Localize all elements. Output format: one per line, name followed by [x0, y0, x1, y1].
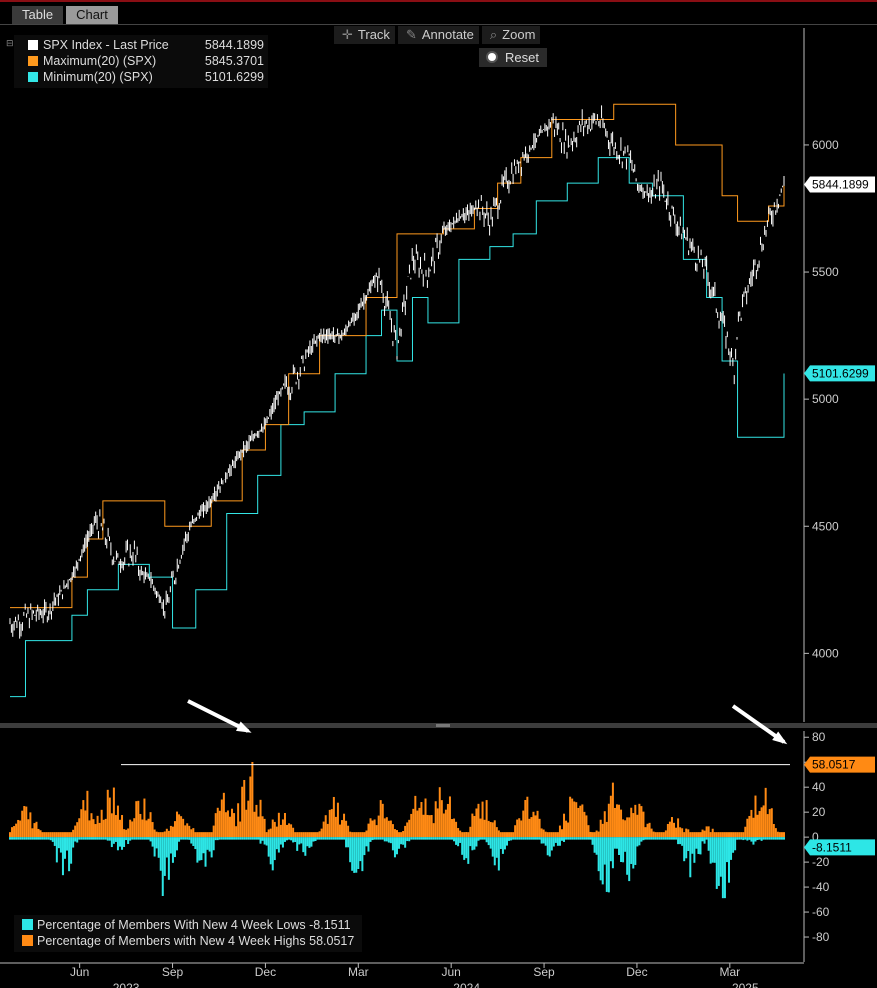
legend-value: 5845.3701	[204, 54, 264, 68]
price-value-tag-text: 5844.1899	[812, 178, 869, 192]
y-tick-label: -60	[812, 905, 830, 919]
legend-item: Percentage of Members With New 4 Week Lo…	[22, 917, 354, 933]
y-tick-label: 5500	[812, 265, 839, 279]
legend-value: 5101.6299	[204, 70, 264, 84]
panel-divider-handle	[436, 724, 450, 727]
legend-item: Maximum(20) (SPX) 5845.3701	[18, 53, 264, 69]
x-tick-label: Mar	[348, 965, 369, 979]
price-panel	[9, 103, 785, 698]
legend-swatch	[22, 919, 33, 930]
legend-swatch	[22, 935, 33, 946]
year-label: 2024	[453, 981, 480, 988]
x-tick-label: Mar	[719, 965, 740, 979]
year-label: 2025	[732, 981, 759, 988]
legend-label: Minimum(20) (SPX)	[43, 70, 153, 84]
y-tick-label: 20	[812, 805, 826, 819]
min-value-tag: 5101.6299	[804, 365, 875, 382]
x-tick-label: Dec	[255, 965, 276, 979]
y-tick-label: 5000	[812, 392, 839, 406]
y-tick-label: -20	[812, 855, 830, 869]
highs-value-tag-text: 58.0517	[812, 758, 856, 772]
highs-value-tag: 58.0517	[804, 756, 875, 773]
y-tick-label: 80	[812, 730, 826, 744]
legend-item: SPX Index - Last Price 5844.1899	[18, 37, 264, 53]
legend-item: Minimum(20) (SPX) 5101.6299	[18, 69, 264, 85]
price-value-tag: 5844.1899	[804, 176, 875, 193]
collapse-legend-icon[interactable]: ⊟	[6, 38, 14, 49]
min-value-tag-text: 5101.6299	[812, 366, 869, 380]
legend-value: -8.1511	[309, 918, 351, 932]
breadth-panel	[9, 761, 790, 899]
legend-label: Maximum(20) (SPX)	[43, 54, 157, 68]
breadth-legend: Percentage of Members With New 4 Week Lo…	[14, 915, 363, 952]
x-tick-label: Dec	[626, 965, 647, 979]
axes: 40004500500055006000806040200-20-40-60-8…	[0, 28, 877, 988]
lows-value-tag-text: -8.1511	[812, 840, 852, 854]
legend-label: Percentage of Members With New 4 Week Lo…	[37, 918, 306, 932]
legend-item: Percentage of Members with New 4 Week Hi…	[22, 933, 354, 949]
legend-swatch	[28, 56, 38, 66]
legend-swatch	[28, 72, 38, 82]
x-tick-label: Jun	[442, 965, 461, 979]
lows-value-tag: -8.1511	[804, 839, 875, 856]
x-tick-label: Sep	[162, 965, 184, 979]
price-legend: SPX Index - Last Price 5844.1899 Maximum(…	[14, 35, 268, 88]
legend-label: Percentage of Members with New 4 Week Hi…	[37, 934, 306, 948]
y-tick-label: 6000	[812, 138, 839, 152]
year-label: 2023	[113, 981, 140, 988]
legend-value: 5844.1899	[204, 38, 264, 52]
chart-canvas[interactable]: 40004500500055006000806040200-20-40-60-8…	[0, 0, 877, 988]
arrow-icon	[187, 699, 252, 733]
x-tick-label: Jun	[70, 965, 89, 979]
legend-swatch	[28, 40, 38, 50]
y-tick-label: -80	[812, 930, 830, 944]
x-tick-label: Sep	[533, 965, 555, 979]
legend-label: SPX Index - Last Price	[43, 38, 169, 52]
annotations: 5844.1899 5101.6299 58.0517 -8.1511	[187, 176, 875, 856]
legend-value: 58.0517	[309, 934, 355, 948]
y-tick-label: 40	[812, 780, 826, 794]
y-tick-label: 4500	[812, 519, 839, 533]
y-tick-label: -40	[812, 880, 830, 894]
y-tick-label: 4000	[812, 646, 839, 660]
